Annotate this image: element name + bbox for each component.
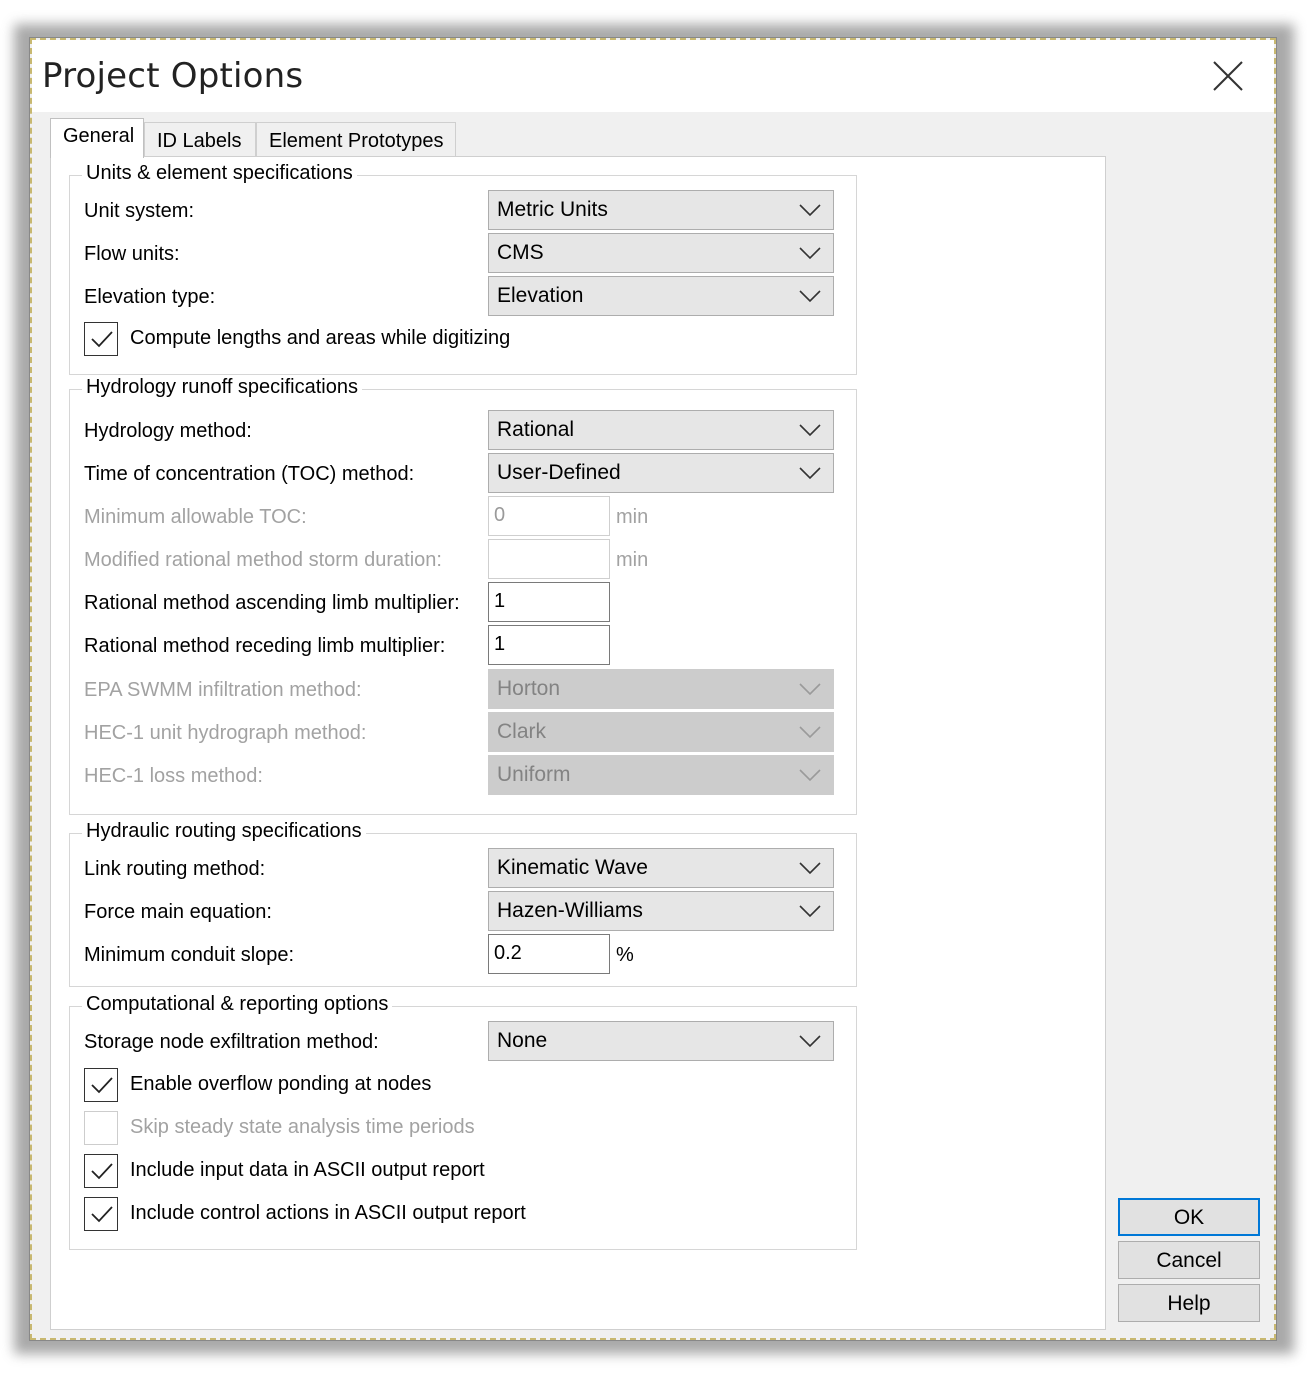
- hec1-unit-hydrograph-value: Clark: [497, 720, 547, 743]
- hydraulic-group-title: Hydraulic routing specifications: [82, 820, 366, 843]
- hec1-unit-hydrograph-label: HEC-1 unit hydrograph method:: [84, 722, 367, 744]
- chevron-down-icon: [799, 247, 821, 260]
- chevron-down-icon: [799, 424, 821, 437]
- include-input-data-label: Include input data in ASCII output repor…: [130, 1159, 485, 1181]
- hydrology-group-title: Hydrology runoff specifications: [82, 376, 362, 399]
- compute-lengths-label: Compute lengths and areas while digitizi…: [130, 327, 511, 349]
- chevron-down-icon: [799, 905, 821, 918]
- cancel-button[interactable]: Cancel: [1118, 1241, 1260, 1279]
- close-button[interactable]: [1208, 56, 1248, 96]
- receding-multiplier-label: Rational method receding limb multiplier…: [84, 635, 446, 657]
- chevron-down-icon: [799, 726, 821, 739]
- elevation-type-value: Elevation: [497, 284, 584, 307]
- hydrology-method-dropdown[interactable]: Rational: [488, 410, 834, 450]
- dialog-title: Project Options: [42, 56, 304, 96]
- hydrology-method-value: Rational: [497, 418, 575, 441]
- tab-element-prototypes[interactable]: Element Prototypes: [256, 122, 456, 156]
- toc-method-value: User-Defined: [497, 461, 621, 484]
- computational-group: Computational & reporting options Storag…: [69, 993, 857, 1250]
- flow-units-dropdown[interactable]: CMS: [488, 233, 834, 273]
- storage-exfiltration-label: Storage node exfiltration method:: [84, 1031, 379, 1053]
- close-icon: [1213, 61, 1243, 91]
- checkmark-icon: [91, 331, 113, 348]
- compute-lengths-checkbox[interactable]: [84, 322, 118, 356]
- unit-system-dropdown[interactable]: Metric Units: [488, 190, 834, 230]
- units-group-title: Units & element specifications: [82, 162, 357, 185]
- skip-steady-state-label: Skip steady state analysis time periods: [130, 1116, 475, 1138]
- include-control-actions-label: Include control actions in ASCII output …: [130, 1202, 526, 1224]
- min-slope-unit: %: [616, 944, 634, 966]
- toc-method-dropdown[interactable]: User-Defined: [488, 453, 834, 493]
- general-tab-panel: Units & element specifications Unit syst…: [50, 156, 1106, 1330]
- hydraulic-group: Hydraulic routing specifications Link ro…: [69, 820, 857, 987]
- chevron-down-icon: [799, 683, 821, 696]
- title-bar: Project Options: [32, 40, 1274, 112]
- min-toc-unit: min: [616, 506, 649, 528]
- chevron-down-icon: [799, 1035, 821, 1048]
- flow-units-label: Flow units:: [84, 243, 180, 265]
- link-routing-value: Kinematic Wave: [497, 856, 648, 879]
- link-routing-dropdown[interactable]: Kinematic Wave: [488, 848, 834, 888]
- skip-steady-state-checkbox[interactable]: [84, 1111, 118, 1145]
- unit-system-value: Metric Units: [497, 198, 608, 221]
- elevation-type-dropdown[interactable]: Elevation: [488, 276, 834, 316]
- flow-units-value: CMS: [497, 241, 544, 264]
- link-routing-label: Link routing method:: [84, 858, 266, 880]
- receding-multiplier-input[interactable]: 1: [488, 625, 610, 665]
- overflow-ponding-checkbox[interactable]: [84, 1068, 118, 1102]
- ok-button[interactable]: OK: [1118, 1198, 1260, 1236]
- hec1-loss-label: HEC-1 loss method:: [84, 765, 263, 787]
- storm-duration-label: Modified rational method storm duration:: [84, 549, 442, 571]
- checkmark-icon: [91, 1077, 113, 1094]
- min-toc-input[interactable]: 0: [488, 496, 610, 536]
- hec1-loss-dropdown[interactable]: Uniform: [488, 755, 834, 795]
- ascending-multiplier-label: Rational method ascending limb multiplie…: [84, 592, 460, 614]
- swmm-infiltration-dropdown[interactable]: Horton: [488, 669, 834, 709]
- units-group: Units & element specifications Unit syst…: [69, 162, 857, 375]
- hec1-unit-hydrograph-dropdown[interactable]: Clark: [488, 712, 834, 752]
- include-control-actions-checkbox[interactable]: [84, 1197, 118, 1231]
- help-button[interactable]: Help: [1118, 1284, 1260, 1322]
- chevron-down-icon: [799, 290, 821, 303]
- storage-exfiltration-value: None: [497, 1029, 548, 1052]
- force-main-value: Hazen-Williams: [497, 899, 643, 922]
- elevation-type-label: Elevation type:: [84, 286, 216, 308]
- computational-group-title: Computational & reporting options: [82, 993, 393, 1016]
- tab-id-labels[interactable]: ID Labels: [144, 122, 256, 156]
- toc-method-label: Time of concentration (TOC) method:: [84, 463, 415, 485]
- include-input-data-checkbox[interactable]: [84, 1154, 118, 1188]
- checkmark-icon: [91, 1163, 113, 1180]
- hydrology-method-label: Hydrology method:: [84, 420, 252, 442]
- swmm-infiltration-value: Horton: [497, 677, 561, 700]
- checkmark-icon: [91, 1206, 113, 1223]
- min-toc-label: Minimum allowable TOC:: [84, 506, 307, 528]
- project-options-dialog: Project Options General ID Labels Elemen…: [29, 37, 1277, 1341]
- chevron-down-icon: [799, 769, 821, 782]
- min-slope-input[interactable]: 0.2: [488, 934, 610, 974]
- swmm-infiltration-label: EPA SWMM infiltration method:: [84, 679, 362, 701]
- chevron-down-icon: [799, 467, 821, 480]
- storm-duration-unit: min: [616, 549, 649, 571]
- chevron-down-icon: [799, 862, 821, 875]
- ascending-multiplier-input[interactable]: 1: [488, 582, 610, 622]
- unit-system-label: Unit system:: [84, 200, 195, 222]
- overflow-ponding-label: Enable overflow ponding at nodes: [130, 1073, 432, 1095]
- min-slope-label: Minimum conduit slope:: [84, 944, 295, 966]
- force-main-dropdown[interactable]: Hazen-Williams: [488, 891, 834, 931]
- force-main-label: Force main equation:: [84, 901, 272, 923]
- tab-general[interactable]: General: [50, 118, 144, 158]
- chevron-down-icon: [799, 204, 821, 217]
- hydrology-group: Hydrology runoff specifications Hydrolog…: [69, 376, 857, 815]
- hec1-loss-value: Uniform: [497, 763, 571, 786]
- storage-exfiltration-dropdown[interactable]: None: [488, 1021, 834, 1061]
- storm-duration-input[interactable]: [488, 539, 610, 579]
